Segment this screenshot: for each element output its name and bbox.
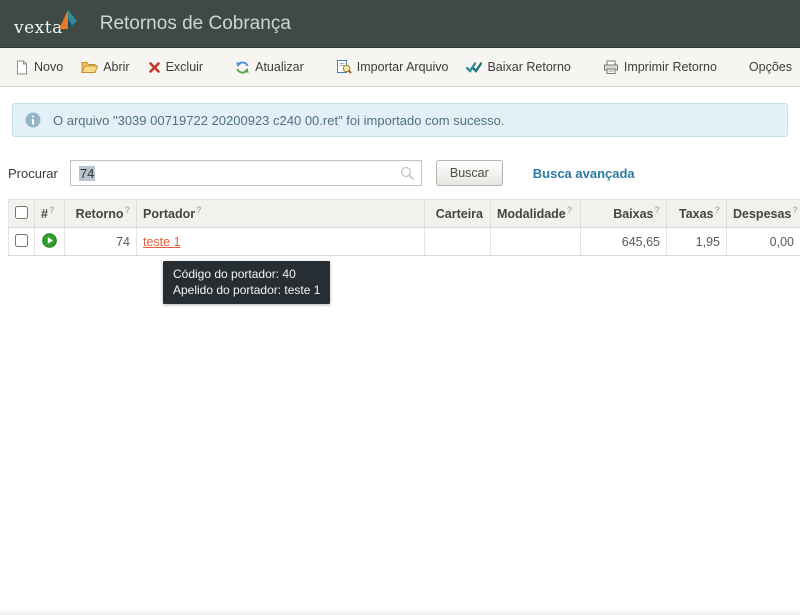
- row-expand-cell: [34, 227, 65, 256]
- vexta-logo-text: vexta: [14, 18, 63, 38]
- vexta-logo: vexta: [14, 10, 78, 37]
- notification-message: O arquivo "3039 00719722 20200923 c240 0…: [53, 112, 505, 128]
- print-return-button[interactable]: Imprimir Retorno: [596, 56, 724, 79]
- refresh-button-label: Atualizar: [255, 60, 304, 74]
- sort-marker: ?: [792, 205, 798, 216]
- tooltip-line: Apelido do portador: teste 1: [173, 283, 321, 297]
- new-button[interactable]: Novo: [8, 56, 70, 79]
- column-header-portador[interactable]: Portador?: [136, 199, 425, 228]
- options-button-label: Opções: [748, 60, 793, 74]
- row-checkbox[interactable]: [15, 233, 28, 247]
- open-folder-icon: [81, 60, 99, 74]
- new-button-label: Novo: [34, 60, 64, 74]
- cell-carteira: [424, 227, 491, 256]
- app-window: vexta Retornos de Cobrança Novo Abrir Ex…: [0, 0, 800, 615]
- delete-button[interactable]: Excluir: [141, 56, 211, 78]
- cell-despesas: 0,00: [726, 227, 800, 256]
- portador-link[interactable]: teste 1: [143, 235, 181, 249]
- double-check-icon: [466, 61, 483, 74]
- table-row: 74 teste 1 645,65 1,95 0,00: [8, 227, 800, 256]
- portador-tooltip: Código do portador: 40 Apelido do portad…: [163, 261, 331, 304]
- app-header: vexta Retornos de Cobrança: [0, 0, 800, 48]
- new-document-icon: [15, 60, 29, 75]
- play-icon[interactable]: [42, 232, 57, 248]
- search-label: Procurar: [8, 165, 58, 181]
- page-title: Retornos de Cobrança: [99, 12, 291, 34]
- column-header-taxas[interactable]: Taxas?: [666, 199, 727, 228]
- refresh-button[interactable]: Atualizar: [228, 56, 311, 79]
- content-area: O arquivo "3039 00719722 20200923 c240 0…: [0, 87, 800, 256]
- cell-portador: teste 1: [136, 227, 425, 256]
- column-header-num[interactable]: #?: [34, 199, 65, 228]
- results-table: #? Retorno? Portador? Carteira Modalidad…: [8, 199, 800, 256]
- column-header-modalidade[interactable]: Modalidade?: [490, 199, 581, 228]
- delete-button-label: Excluir: [165, 60, 204, 74]
- delete-x-icon: [148, 61, 161, 74]
- import-file-icon: [336, 59, 352, 75]
- bottom-edge: [0, 609, 800, 615]
- sort-marker: ?: [196, 205, 202, 216]
- select-all-header: [8, 199, 35, 228]
- cell-baixas: 645,65: [580, 227, 667, 256]
- search-input-value: 74: [78, 165, 96, 181]
- success-notification: O arquivo "3039 00719722 20200923 c240 0…: [12, 103, 788, 137]
- download-return-button-label: Baixar Retorno: [487, 60, 571, 74]
- open-button-label: Abrir: [103, 60, 130, 74]
- vexta-logo-mark-icon: [58, 10, 77, 29]
- cell-taxas: 1,95: [666, 227, 727, 256]
- open-button[interactable]: Abrir: [74, 56, 136, 78]
- refresh-icon: [235, 60, 250, 75]
- cell-retorno: 74: [64, 227, 137, 256]
- import-file-button[interactable]: Importar Arquivo: [329, 55, 456, 79]
- column-header-despesas[interactable]: Despesas?: [726, 199, 800, 228]
- column-header-carteira[interactable]: Carteira: [424, 199, 491, 228]
- cell-modalidade: [490, 227, 581, 256]
- toolbar: Novo Abrir Excluir Atualizar Importar Ar…: [0, 48, 800, 87]
- download-return-button[interactable]: Baixar Retorno: [459, 56, 577, 78]
- tooltip-line: Código do portador: 40: [173, 267, 296, 281]
- advanced-search-link[interactable]: Busca avançada: [533, 166, 635, 181]
- sort-marker: ?: [566, 205, 573, 216]
- select-all-checkbox[interactable]: [15, 205, 28, 219]
- import-file-button-label: Importar Arquivo: [356, 60, 449, 74]
- printer-icon: [603, 60, 619, 75]
- search-input[interactable]: 74: [69, 160, 422, 186]
- print-return-button-label: Imprimir Retorno: [623, 60, 717, 74]
- sort-marker: ?: [124, 205, 131, 216]
- sort-marker: ?: [654, 205, 661, 216]
- table-header-row: #? Retorno? Portador? Carteira Modalidad…: [8, 199, 800, 228]
- search-row: Procurar 74 Buscar Busca avançada: [0, 159, 800, 187]
- column-header-baixas[interactable]: Baixas?: [580, 199, 667, 228]
- column-header-retorno[interactable]: Retorno?: [64, 199, 137, 228]
- info-icon: [25, 112, 41, 128]
- magnifier-icon: [400, 166, 415, 184]
- search-button[interactable]: Buscar: [435, 160, 503, 186]
- sort-marker: ?: [714, 205, 721, 216]
- sort-marker: ?: [48, 205, 55, 216]
- options-button[interactable]: Opções ∨: [742, 56, 800, 78]
